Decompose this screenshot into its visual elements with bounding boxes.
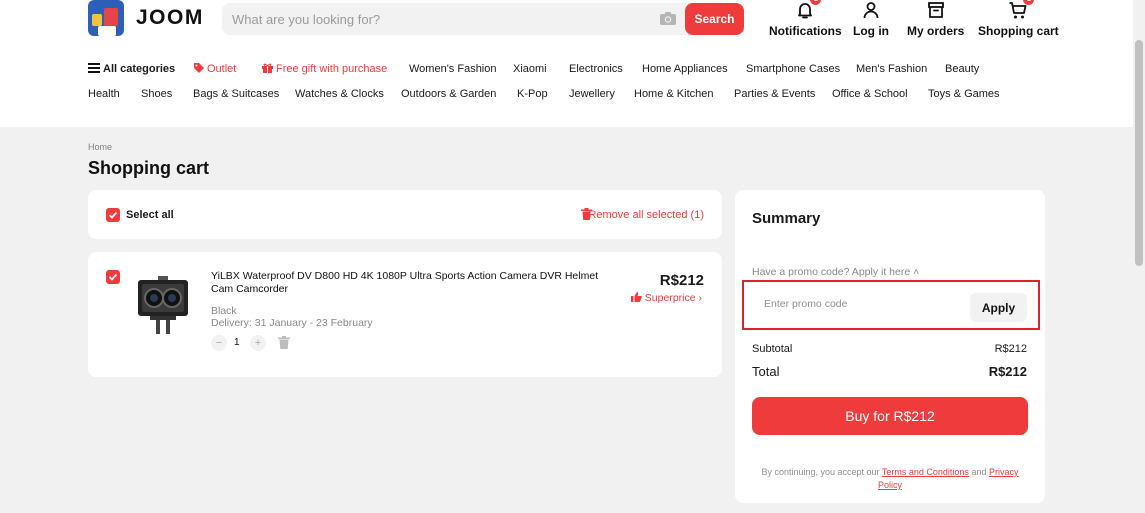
- tag-icon: [194, 63, 204, 73]
- category-shoes[interactable]: Shoes: [141, 88, 172, 100]
- remove-selected-button[interactable]: Remove all selected (1): [588, 209, 704, 221]
- category-office-school[interactable]: Office & School: [832, 88, 908, 100]
- category-health[interactable]: Health: [88, 88, 120, 100]
- notifications-button[interactable]: 1 Notifications: [769, 0, 842, 38]
- subtotal-value: R$212: [994, 343, 1027, 355]
- item-checkbox[interactable]: [106, 270, 120, 284]
- category-beauty[interactable]: Beauty: [945, 63, 979, 75]
- subtotal-label: Subtotal: [752, 343, 793, 355]
- category-toys-games[interactable]: Toys & Games: [928, 88, 1000, 100]
- page-scrollbar[interactable]: [1133, 0, 1145, 513]
- category-electronics[interactable]: Electronics: [569, 63, 623, 75]
- login-label: Log in: [853, 24, 889, 38]
- search-bar: Search: [222, 3, 744, 35]
- search-input[interactable]: [232, 3, 652, 35]
- superprice-link[interactable]: Superprice ›: [630, 292, 703, 304]
- quantity-increase-button[interactable]: +: [250, 335, 266, 351]
- promo-code-input[interactable]: [752, 286, 966, 322]
- product-image[interactable]: [134, 274, 192, 336]
- product-variant: Black: [211, 305, 237, 317]
- site-header: JOOM Search 1 Notifications Log in My or…: [0, 0, 1133, 127]
- scrollbar-thumb[interactable]: [1135, 40, 1143, 266]
- breadcrumb-home[interactable]: Home: [88, 142, 112, 152]
- all-categories-link[interactable]: All categories: [88, 63, 175, 75]
- notifications-badge: 1: [810, 0, 822, 5]
- summary-title: Summary: [752, 210, 821, 227]
- my-orders-button[interactable]: My orders: [907, 0, 964, 38]
- delete-item-icon[interactable]: [278, 336, 290, 349]
- category-parties-events[interactable]: Parties & Events: [734, 88, 815, 100]
- buy-button[interactable]: Buy for R$212: [752, 397, 1028, 435]
- page-title: Shopping cart: [88, 158, 209, 178]
- cart-badge: 1: [1023, 0, 1035, 5]
- total-label: Total: [752, 364, 780, 379]
- box-icon: [926, 0, 946, 20]
- category-mens-fashion[interactable]: Men's Fashion: [856, 63, 927, 75]
- search-button[interactable]: Search: [685, 3, 744, 35]
- login-button[interactable]: Log in: [853, 0, 889, 38]
- category-bags-suitcases[interactable]: Bags & Suitcases: [193, 88, 279, 100]
- joom-logo-icon[interactable]: [88, 0, 124, 36]
- category-home-appliances[interactable]: Home Appliances: [642, 63, 728, 75]
- terms-link[interactable]: Terms and Conditions: [882, 467, 969, 477]
- gift-icon: [262, 63, 273, 73]
- brand-name[interactable]: JOOM: [136, 6, 204, 30]
- promo-code-toggle[interactable]: Have a promo code? Apply it here ˄: [752, 266, 919, 278]
- category-outlet[interactable]: Outlet: [194, 63, 236, 75]
- chevron-right-icon: ›: [698, 292, 703, 304]
- category-home-kitchen[interactable]: Home & Kitchen: [634, 88, 713, 100]
- cart-item: YiLBX Waterproof DV D800 HD 4K 1080P Ult…: [88, 252, 722, 377]
- select-all-label[interactable]: Select all: [126, 209, 174, 221]
- apply-promo-button[interactable]: Apply: [970, 293, 1027, 322]
- product-title[interactable]: YiLBX Waterproof DV D800 HD 4K 1080P Ult…: [211, 270, 621, 296]
- thumbs-up-icon: [630, 292, 642, 302]
- superprice-label: Superprice: [644, 292, 696, 304]
- delivery-dates: Delivery: 31 January - 23 February: [211, 317, 373, 329]
- my-orders-label: My orders: [907, 24, 965, 38]
- terms-text: By continuing, you accept our Terms and …: [761, 467, 1019, 490]
- cart-icon: 1: [1008, 0, 1035, 20]
- category-kpop[interactable]: K-Pop: [517, 88, 548, 100]
- category-outdoors-garden[interactable]: Outdoors & Garden: [401, 88, 496, 100]
- item-price: R$212: [659, 272, 704, 289]
- category-xiaomi[interactable]: Xiaomi: [513, 63, 547, 75]
- chevron-up-icon: ˄: [913, 266, 920, 278]
- shopping-cart-label: Shopping cart: [978, 24, 1059, 38]
- category-jewellery[interactable]: Jewellery: [569, 88, 615, 100]
- menu-icon: [88, 63, 100, 73]
- notifications-label: Notifications: [769, 24, 842, 38]
- quantity-decrease-button[interactable]: −: [211, 335, 227, 351]
- total-value: R$212: [988, 364, 1027, 379]
- order-summary: Summary Have a promo code? Apply it here…: [735, 190, 1045, 503]
- bell-icon: 1: [795, 0, 822, 20]
- user-icon: [861, 0, 881, 20]
- category-womens-fashion[interactable]: Women's Fashion: [409, 63, 497, 75]
- category-watches-clocks[interactable]: Watches & Clocks: [295, 88, 384, 100]
- camera-icon[interactable]: [660, 12, 676, 25]
- category-smartphone-cases[interactable]: Smartphone Cases: [746, 63, 840, 75]
- select-all-checkbox[interactable]: [106, 208, 120, 222]
- select-all-bar: Select all Remove all selected (1): [88, 190, 722, 239]
- shopping-cart-button[interactable]: 1 Shopping cart: [978, 0, 1059, 38]
- category-free-gift[interactable]: Free gift with purchase: [262, 63, 387, 75]
- quantity-value: 1: [234, 337, 240, 348]
